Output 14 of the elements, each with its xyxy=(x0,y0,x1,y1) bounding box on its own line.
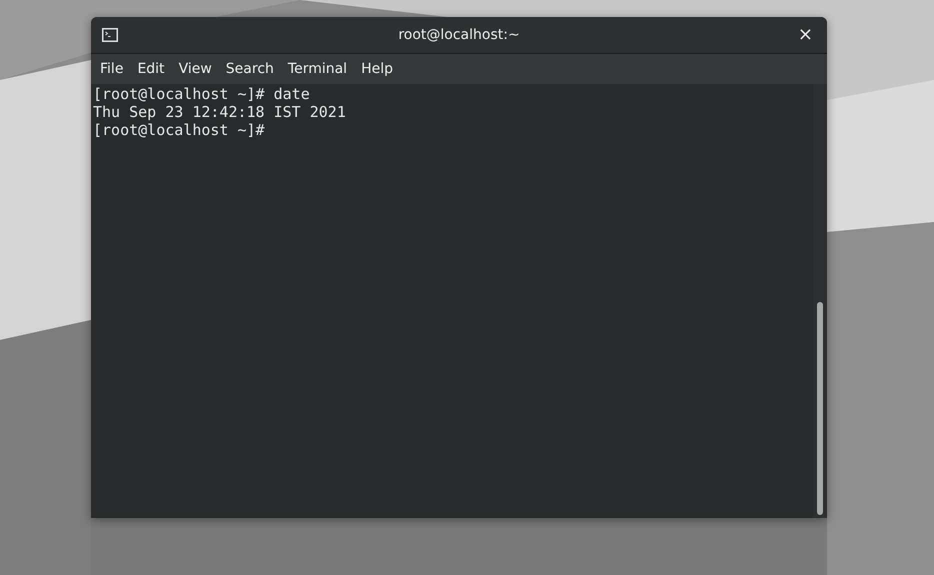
menu-item[interactable]: View xyxy=(172,58,219,80)
scrollbar-thumb[interactable] xyxy=(817,302,823,515)
terminal-line: [root@localhost ~]# date xyxy=(93,85,310,103)
menu-item[interactable]: File xyxy=(93,58,130,80)
window-title: root@localhost:~ xyxy=(398,27,520,43)
menu-item[interactable]: Search xyxy=(218,58,281,80)
menu-item[interactable]: Help xyxy=(354,58,400,80)
terminal-icon xyxy=(102,28,118,42)
close-button[interactable]: × xyxy=(794,25,817,45)
menu-item[interactable]: Edit xyxy=(130,58,172,80)
terminal-line: [root@localhost ~]# xyxy=(93,121,265,139)
terminal-line: Thu Sep 23 12:42:18 IST 2021 xyxy=(93,103,346,121)
scrollbar[interactable] xyxy=(813,84,827,518)
menu-item[interactable]: Terminal xyxy=(280,58,354,80)
